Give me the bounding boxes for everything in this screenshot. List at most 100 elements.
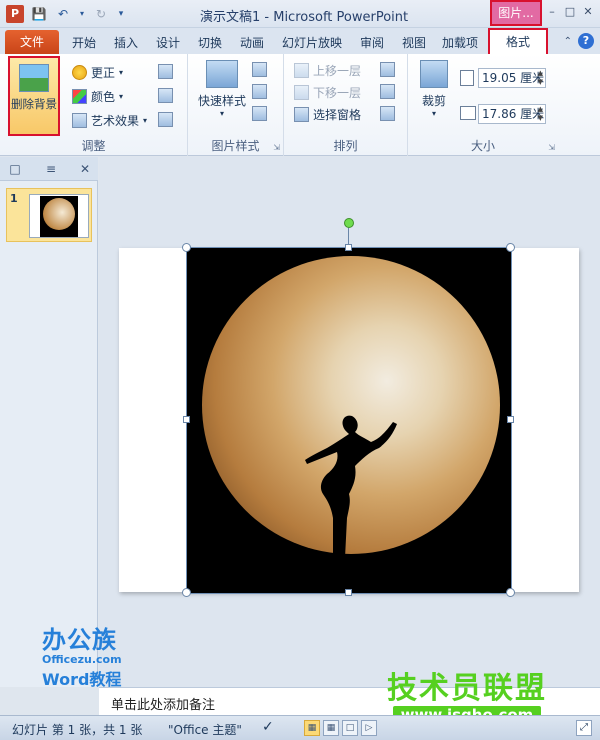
picture-tools-context-title: 图片...	[490, 0, 542, 26]
window-controls: – □ ✕	[544, 4, 596, 20]
reset-picture-icon[interactable]	[158, 112, 173, 127]
resize-handle-bottom[interactable]	[345, 589, 352, 596]
group-label-arrange: 排列	[333, 139, 358, 153]
tab-addins[interactable]: 加载项	[442, 34, 478, 51]
sun-icon	[72, 65, 87, 80]
corrections-button[interactable]: 更正 ▾	[72, 64, 123, 81]
send-backward-button[interactable]: 下移一层	[294, 84, 361, 101]
tab-view[interactable]: 视图	[402, 34, 426, 51]
dropdown-arrow-icon: ▾	[119, 92, 124, 101]
picture-border-icon[interactable]	[252, 62, 267, 77]
crop-button[interactable]: 裁剪 ▾	[414, 60, 454, 118]
dropdown-arrow-icon: ▾	[431, 109, 436, 118]
rotation-handle[interactable]	[344, 218, 354, 228]
selected-picture[interactable]	[186, 247, 512, 594]
reading-view-icon[interactable]: □	[342, 720, 358, 736]
compress-pictures-icon[interactable]	[158, 64, 173, 79]
dropdown-arrow-icon[interactable]: ▾	[78, 5, 86, 23]
group-arrange: 上移一层 下移一层 选择窗格 排列	[284, 54, 408, 156]
group-size: 裁剪 ▾ 19.05 厘米 ▲ ▼ 17.86 厘米 ▲ ▼ 大小 ⇲	[408, 54, 558, 156]
collapse-ribbon-icon[interactable]: ⌃	[564, 36, 572, 47]
resize-handle-top-left[interactable]	[182, 243, 191, 252]
tab-slideshow[interactable]: 幻灯片放映	[282, 34, 342, 51]
ribbon-tabs: 文件 开始 插入 设计 切换 动画 幻灯片放映 审阅 视图 加载项 格式 ⌃ ?	[0, 28, 600, 56]
tab-design[interactable]: 设计	[156, 34, 180, 51]
width-input[interactable]: 17.86 厘米 ▲ ▼	[478, 104, 546, 124]
resize-handle-bottom-left[interactable]	[182, 588, 191, 597]
slide-thumbnail-selected[interactable]: 1	[6, 188, 92, 242]
dropdown-arrow-icon: ▾	[143, 116, 148, 125]
tab-review[interactable]: 审阅	[360, 34, 384, 51]
close-panel-icon[interactable]: ✕	[74, 160, 96, 178]
tab-transitions[interactable]: 切换	[198, 34, 222, 51]
restore-icon[interactable]: □	[562, 4, 578, 20]
dialog-launcher-icon[interactable]: ⇲	[548, 143, 555, 152]
redo-icon[interactable]: ↻	[92, 5, 110, 23]
resize-handle-bottom-right[interactable]	[506, 588, 515, 597]
picture-effects-icon[interactable]	[252, 84, 267, 99]
group-objects-icon[interactable]	[380, 84, 395, 99]
rotate-icon[interactable]	[380, 106, 395, 121]
selection-pane-button[interactable]: 选择窗格	[294, 106, 361, 123]
slideshow-view-icon[interactable]: ▷	[361, 720, 377, 736]
slide-sorter-view-icon[interactable]: ▦	[323, 720, 339, 736]
bring-forward-button[interactable]: 上移一层	[294, 62, 361, 79]
palette-icon	[72, 89, 87, 104]
ribbon: 删除背景 更正 ▾ 颜色 ▾ 艺术效果 ▾ 调整 快速样式 ▾ 图片样式 ⇲ 上…	[0, 54, 600, 156]
send-backward-label: 下移一层	[313, 86, 362, 100]
resize-handle-top-right[interactable]	[506, 243, 515, 252]
group-adjust: 删除背景 更正 ▾ 颜色 ▾ 艺术效果 ▾ 调整	[0, 54, 188, 156]
outline-tab-icon[interactable]: ≡	[40, 160, 62, 178]
watermark-site-text: Officezu.com	[42, 653, 122, 666]
panel-tabs: □ ≡ ✕	[0, 157, 98, 181]
quick-styles-label: 快速样式	[197, 94, 246, 108]
remove-background-button[interactable]: 删除背景	[8, 56, 60, 136]
powerpoint-app-icon[interactable]: P	[6, 5, 24, 23]
slide-canvas[interactable]	[119, 218, 579, 597]
selection-pane-icon	[294, 107, 309, 122]
bring-forward-icon	[294, 63, 309, 78]
align-icon[interactable]	[380, 62, 395, 77]
crop-icon	[420, 60, 448, 88]
help-icon[interactable]: ?	[578, 33, 594, 49]
height-input[interactable]: 19.05 厘米 ▲ ▼	[478, 68, 546, 88]
spell-check-icon[interactable]: ✓	[262, 719, 274, 735]
slides-tab-icon[interactable]: □	[4, 160, 26, 178]
save-icon[interactable]: 💾	[30, 5, 48, 23]
thumbnail-picture	[40, 196, 78, 237]
undo-icon[interactable]: ↶	[54, 5, 72, 23]
resize-handle-left[interactable]	[183, 416, 190, 423]
send-backward-icon	[294, 85, 309, 100]
tab-format[interactable]: 格式	[488, 28, 548, 56]
ribbon-right-controls: ⌃ ?	[564, 33, 594, 49]
artistic-effects-button[interactable]: 艺术效果 ▾	[72, 112, 147, 129]
tab-file[interactable]: 文件	[5, 30, 59, 54]
spinner-icon[interactable]: ▲ ▼	[538, 105, 543, 123]
normal-view-icon[interactable]: ▦	[304, 720, 320, 736]
theme-status[interactable]: "Office 主题"	[168, 721, 242, 738]
resize-handle-top[interactable]	[345, 244, 352, 251]
fit-to-window-icon[interactable]: ⤢	[576, 720, 592, 736]
slide-number: 1	[10, 192, 18, 205]
picture-layout-icon[interactable]	[252, 106, 267, 121]
artistic-effects-icon	[72, 113, 87, 128]
resize-handle-right[interactable]	[507, 416, 514, 423]
dialog-launcher-icon[interactable]: ⇲	[273, 143, 280, 152]
minimize-icon[interactable]: –	[544, 4, 560, 20]
spinner-icon[interactable]: ▲ ▼	[538, 69, 543, 87]
tab-animations[interactable]: 动画	[240, 34, 264, 51]
notes-placeholder: 单击此处添加备注	[111, 698, 216, 713]
tab-insert[interactable]: 插入	[114, 34, 138, 51]
close-icon[interactable]: ✕	[580, 4, 596, 20]
watermark-logo-text: 办公族	[42, 626, 117, 654]
quick-styles-icon	[206, 60, 238, 88]
color-button[interactable]: 颜色 ▾	[72, 88, 123, 105]
change-picture-icon[interactable]	[158, 88, 173, 103]
customize-qat-icon[interactable]: ▾	[116, 5, 126, 23]
color-label: 颜色	[91, 90, 116, 104]
slides-panel: □ ≡ ✕ 1	[0, 157, 98, 687]
corrections-label: 更正	[91, 66, 116, 80]
quick-styles-button[interactable]: 快速样式 ▾	[196, 60, 248, 118]
tab-home[interactable]: 开始	[72, 34, 96, 51]
slide-thumbnail	[29, 194, 89, 238]
